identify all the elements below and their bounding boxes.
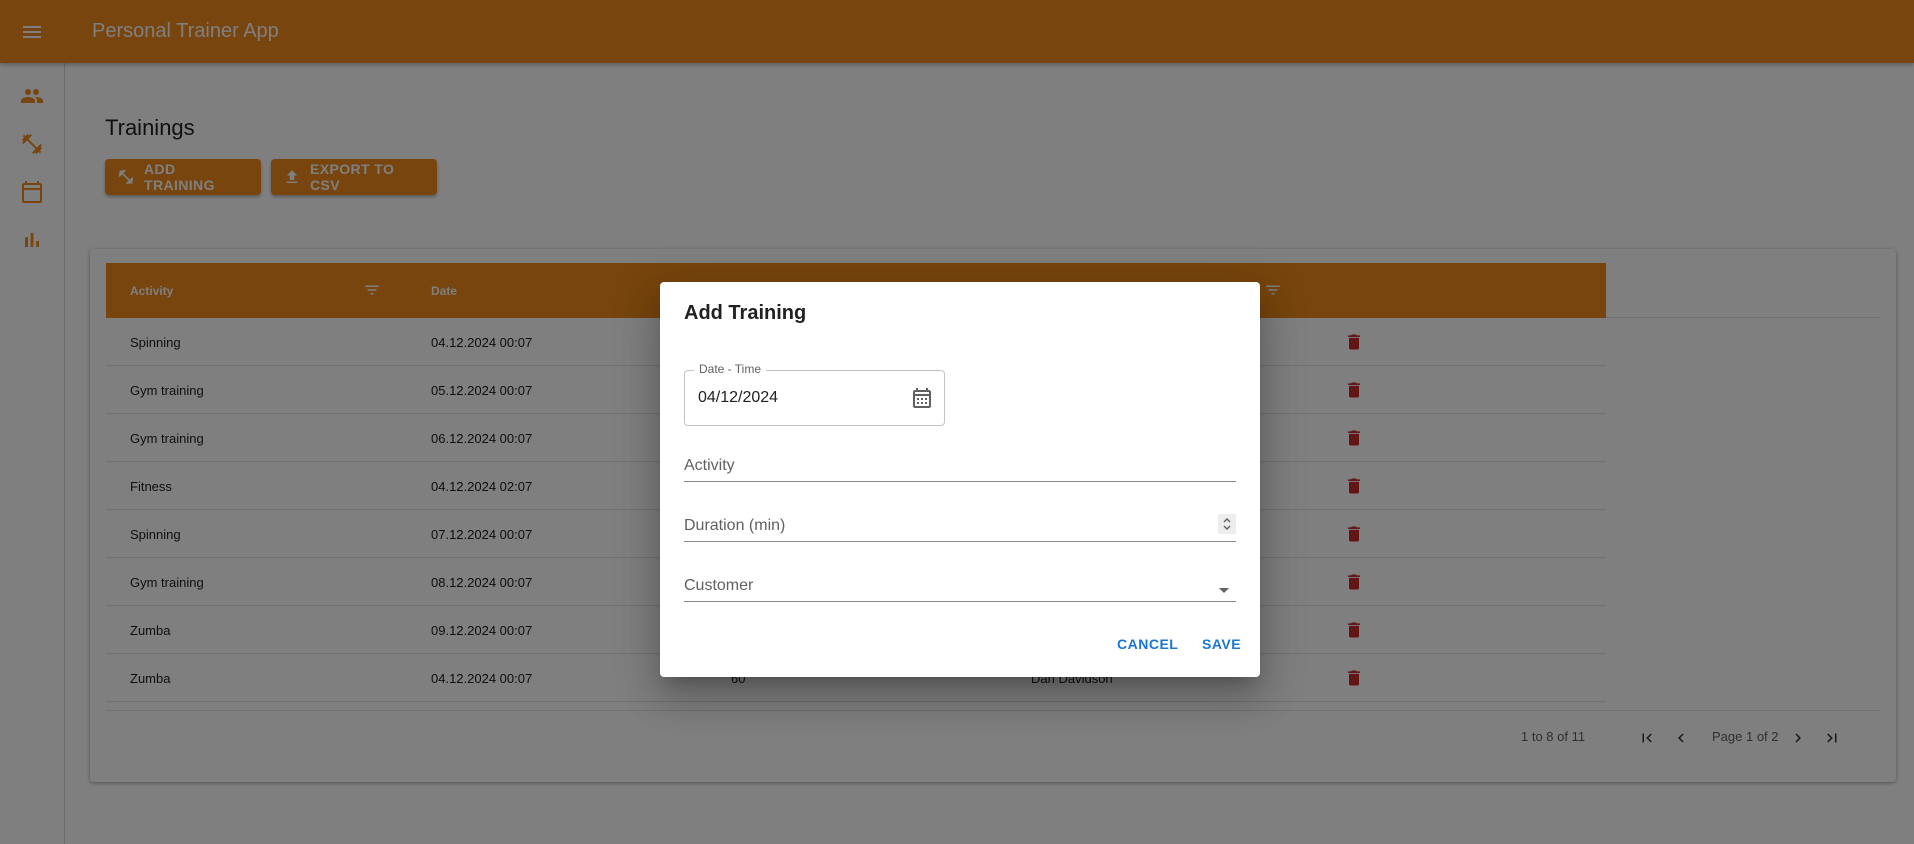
datetime-field[interactable]: Date - Time 04/12/2024 [684, 362, 945, 426]
calendar-icon[interactable] [910, 386, 934, 410]
add-training-dialog: Add Training Date - Time 04/12/2024 Acti… [660, 282, 1260, 677]
save-button[interactable]: SAVE [1202, 636, 1241, 652]
duration-field[interactable]: Duration (min) [684, 512, 1236, 542]
duration-label: Duration (min) [684, 517, 786, 534]
chevron-down-icon[interactable] [1212, 578, 1236, 602]
customer-label: Customer [684, 577, 754, 594]
dialog-title: Add Training [684, 302, 807, 324]
cancel-button[interactable]: CANCEL [1117, 636, 1178, 652]
activity-field[interactable]: Activity [684, 452, 1236, 482]
number-spinner-icon[interactable] [1218, 514, 1236, 534]
customer-select[interactable]: Customer [684, 572, 1236, 602]
datetime-label: Date - Time [694, 362, 767, 376]
datetime-value[interactable]: 04/12/2024 [698, 389, 778, 407]
activity-label: Activity [684, 457, 735, 474]
